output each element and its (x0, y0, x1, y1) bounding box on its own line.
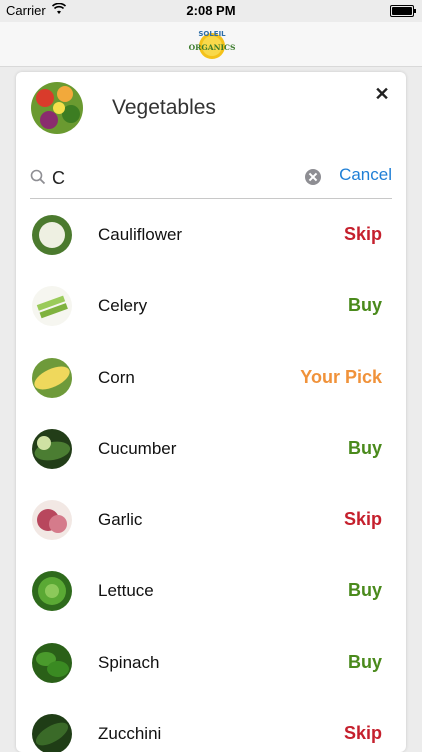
category-title: Vegetables (112, 96, 216, 119)
status-skip-button[interactable]: Skip (344, 224, 382, 245)
logo-top-text: SOLEIL (198, 30, 226, 38)
celery-thumbnail (32, 286, 72, 327)
list-item[interactable]: Corn Your Pick (16, 343, 406, 414)
item-name: Lettuce (98, 581, 154, 601)
status-skip-button[interactable]: Skip (344, 509, 382, 530)
status-skip-button[interactable]: Skip (344, 723, 382, 744)
status-bar: Carrier 2:08 PM (0, 0, 422, 22)
clock: 2:08 PM (186, 3, 236, 18)
zucchini-thumbnail (32, 714, 72, 752)
close-button[interactable]: ✕ (372, 84, 392, 104)
list-item[interactable]: Garlic Skip (16, 485, 406, 556)
card-header: Vegetables ✕ (16, 72, 406, 152)
soleil-organics-logo: SOLEIL ORGANICS (189, 30, 236, 59)
status-your-pick-button[interactable]: Your Pick (300, 367, 382, 388)
item-name: Celery (98, 296, 148, 316)
vegetable-list: Cauliflower Skip Celery Buy Corn Your Pi… (16, 200, 406, 752)
status-buy-button[interactable]: Buy (348, 652, 382, 673)
cauliflower-thumbnail (32, 215, 72, 255)
search-icon (30, 169, 46, 185)
item-name: Spinach (98, 652, 160, 672)
list-item[interactable]: Spinach Buy (16, 628, 406, 699)
cancel-button[interactable]: Cancel (339, 165, 392, 185)
battery-icon (390, 5, 416, 17)
list-item[interactable]: Lettuce Buy (16, 556, 406, 627)
spinach-thumbnail (32, 642, 72, 683)
status-buy-button[interactable]: Buy (348, 295, 382, 316)
search-bar: Cancel (30, 160, 392, 199)
list-item[interactable]: Zucchini Skip (16, 699, 406, 752)
clear-search-icon[interactable] (305, 169, 321, 185)
vegetables-image (31, 82, 83, 134)
app-header: SOLEIL ORGANICS (0, 22, 422, 67)
list-item[interactable]: Celery Buy (16, 271, 406, 342)
logo-bottom-text: ORGANICS (189, 43, 236, 52)
cucumber-thumbnail (32, 428, 72, 469)
garlic-thumbnail (32, 500, 72, 541)
item-name: Zucchini (98, 724, 162, 744)
corn-thumbnail (32, 357, 72, 398)
category-card: Vegetables ✕ Cancel Cauliflower Skip Cel… (16, 72, 406, 752)
item-name: Corn (98, 367, 135, 387)
status-buy-button[interactable]: Buy (348, 580, 382, 601)
search-input[interactable] (52, 163, 302, 193)
list-item[interactable]: Cauliflower Skip (16, 200, 406, 271)
item-name: Garlic (98, 510, 143, 530)
item-name: Cucumber (98, 438, 177, 458)
item-name: Cauliflower (98, 225, 183, 244)
list-item[interactable]: Cucumber Buy (16, 414, 406, 485)
lettuce-thumbnail (32, 571, 72, 612)
status-buy-button[interactable]: Buy (348, 438, 382, 459)
